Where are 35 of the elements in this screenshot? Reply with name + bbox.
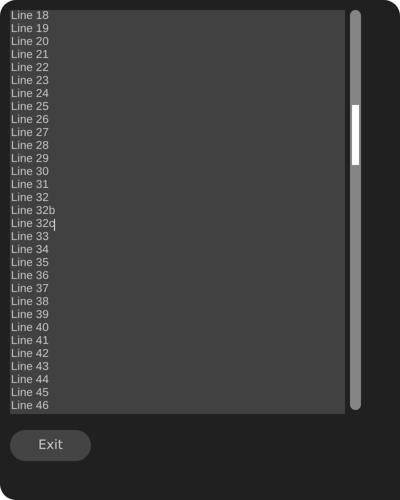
- text-line: Line 29: [11, 153, 49, 166]
- text-line: Line 44: [11, 374, 49, 387]
- text-line: Line 42: [11, 348, 49, 361]
- text-line: Line 31: [11, 179, 49, 192]
- text-line: Line 30: [11, 166, 49, 179]
- text-line: Line 35: [11, 257, 49, 270]
- text-line: Line 26: [11, 114, 49, 127]
- text-area[interactable]: [10, 10, 345, 414]
- text-line: Line 23: [11, 75, 49, 88]
- text-line: Line 33: [11, 231, 49, 244]
- text-line: Line 28: [11, 140, 49, 153]
- text-line: Line 36: [11, 270, 49, 283]
- text-line: Line 39: [11, 309, 49, 322]
- exit-button[interactable]: Exit: [10, 430, 91, 461]
- text-line: Line 40: [11, 322, 49, 335]
- text-line: Line 25: [11, 101, 49, 114]
- text-line: Line 21: [11, 49, 49, 62]
- scrollbar[interactable]: [350, 10, 361, 410]
- text-line: Line 45: [11, 387, 49, 400]
- text-line: Line 19: [11, 23, 49, 36]
- text-line: Line 37: [11, 283, 49, 296]
- text-line: Line 34: [11, 244, 49, 257]
- text-line: Line 18: [11, 10, 49, 23]
- text-line: Line 43: [11, 361, 49, 374]
- text-line: Line 38: [11, 296, 49, 309]
- text-line: Line 46: [11, 400, 49, 413]
- text-line: Line 32c: [11, 218, 54, 231]
- text-line: Line 32: [11, 192, 49, 205]
- text-line: Line 24: [11, 88, 49, 101]
- scrollbar-thumb[interactable]: [352, 105, 359, 165]
- text-line: Line 22: [11, 62, 49, 75]
- text-line: Line 27: [11, 127, 49, 140]
- text-line: Line 32b: [11, 205, 56, 218]
- text-line: Line 20: [11, 36, 49, 49]
- text-line: Line 41: [11, 335, 49, 348]
